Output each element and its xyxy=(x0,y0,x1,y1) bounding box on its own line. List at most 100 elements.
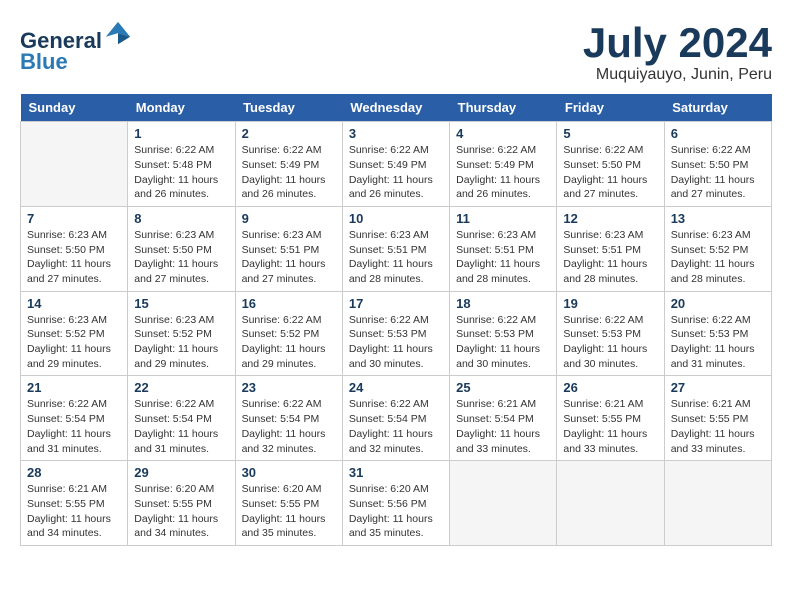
calendar-body: 1Sunrise: 6:22 AM Sunset: 5:48 PM Daylig… xyxy=(21,122,772,546)
day-detail: Sunrise: 6:22 AM Sunset: 5:53 PM Dayligh… xyxy=(456,313,550,372)
day-number: 28 xyxy=(27,465,121,480)
day-number: 20 xyxy=(671,296,765,311)
calendar-cell: 22 Sunrise: 6:22 AM Sunset: 5:54 PM Dayli… xyxy=(128,376,235,461)
calendar-cell: 18 Sunrise: 6:22 AM Sunset: 5:53 PM Dayli… xyxy=(450,291,557,376)
calendar-cell: 16 Sunrise: 6:22 AM Sunset: 5:52 PM Dayli… xyxy=(235,291,342,376)
day-detail: Sunrise: 6:21 AM Sunset: 5:55 PM Dayligh… xyxy=(27,482,121,541)
day-detail: Sunrise: 6:22 AM Sunset: 5:54 PM Dayligh… xyxy=(349,397,443,456)
day-detail: Sunrise: 6:23 AM Sunset: 5:51 PM Dayligh… xyxy=(349,228,443,287)
day-detail: Sunrise: 6:22 AM Sunset: 5:49 PM Dayligh… xyxy=(242,143,336,202)
calendar-cell: 31Sunrise: 6:20 AM Sunset: 5:56 PM Dayli… xyxy=(342,461,449,546)
day-detail: Sunrise: 6:22 AM Sunset: 5:53 PM Dayligh… xyxy=(349,313,443,372)
calendar-cell: 14 Sunrise: 6:23 AM Sunset: 5:52 PM Dayli… xyxy=(21,291,128,376)
day-number: 4 xyxy=(456,126,550,141)
header-row: SundayMondayTuesdayWednesdayThursdayFrid… xyxy=(21,94,772,122)
day-number: 16 xyxy=(242,296,336,311)
week-row-3: 21 Sunrise: 6:22 AM Sunset: 5:54 PM Dayli… xyxy=(21,376,772,461)
day-detail: Sunrise: 6:21 AM Sunset: 5:54 PM Dayligh… xyxy=(456,397,550,456)
day-detail: Sunrise: 6:22 AM Sunset: 5:53 PM Dayligh… xyxy=(563,313,657,372)
header-tuesday: Tuesday xyxy=(235,94,342,122)
header-friday: Friday xyxy=(557,94,664,122)
logo: General Blue xyxy=(20,20,132,75)
day-number: 17 xyxy=(349,296,443,311)
day-number: 2 xyxy=(242,126,336,141)
header-thursday: Thursday xyxy=(450,94,557,122)
day-number: 25 xyxy=(456,380,550,395)
calendar-cell: 3 Sunrise: 6:22 AM Sunset: 5:49 PM Daylig… xyxy=(342,122,449,207)
day-number: 11 xyxy=(456,211,550,226)
calendar-cell: 11 Sunrise: 6:23 AM Sunset: 5:51 PM Dayli… xyxy=(450,206,557,291)
calendar-cell: 10 Sunrise: 6:23 AM Sunset: 5:51 PM Dayli… xyxy=(342,206,449,291)
day-detail: Sunrise: 6:22 AM Sunset: 5:52 PM Dayligh… xyxy=(242,313,336,372)
calendar-cell: 29Sunrise: 6:20 AM Sunset: 5:55 PM Dayli… xyxy=(128,461,235,546)
day-detail: Sunrise: 6:23 AM Sunset: 5:52 PM Dayligh… xyxy=(134,313,228,372)
day-detail: Sunrise: 6:22 AM Sunset: 5:49 PM Dayligh… xyxy=(349,143,443,202)
calendar-cell: 25 Sunrise: 6:21 AM Sunset: 5:54 PM Dayli… xyxy=(450,376,557,461)
day-detail: Sunrise: 6:20 AM Sunset: 5:56 PM Dayligh… xyxy=(349,482,443,541)
calendar-cell: 2 Sunrise: 6:22 AM Sunset: 5:49 PM Daylig… xyxy=(235,122,342,207)
day-number: 30 xyxy=(242,465,336,480)
day-number: 15 xyxy=(134,296,228,311)
calendar-cell: 9Sunrise: 6:23 AM Sunset: 5:51 PM Daylig… xyxy=(235,206,342,291)
calendar-cell: 15 Sunrise: 6:23 AM Sunset: 5:52 PM Dayli… xyxy=(128,291,235,376)
calendar-cell xyxy=(21,122,128,207)
day-number: 14 xyxy=(27,296,121,311)
calendar-cell: 24 Sunrise: 6:22 AM Sunset: 5:54 PM Dayli… xyxy=(342,376,449,461)
day-number: 5 xyxy=(563,126,657,141)
day-number: 9 xyxy=(242,211,336,226)
day-number: 7 xyxy=(27,211,121,226)
day-number: 18 xyxy=(456,296,550,311)
calendar-cell xyxy=(664,461,771,546)
day-detail: Sunrise: 6:23 AM Sunset: 5:51 PM Dayligh… xyxy=(563,228,657,287)
day-detail: Sunrise: 6:22 AM Sunset: 5:49 PM Dayligh… xyxy=(456,143,550,202)
day-number: 1 xyxy=(134,126,228,141)
day-number: 24 xyxy=(349,380,443,395)
week-row-1: 7 Sunrise: 6:23 AM Sunset: 5:50 PM Daylig… xyxy=(21,206,772,291)
day-detail: Sunrise: 6:22 AM Sunset: 5:50 PM Dayligh… xyxy=(563,143,657,202)
calendar-cell: 30Sunrise: 6:20 AM Sunset: 5:55 PM Dayli… xyxy=(235,461,342,546)
calendar-cell: 17 Sunrise: 6:22 AM Sunset: 5:53 PM Dayli… xyxy=(342,291,449,376)
day-number: 27 xyxy=(671,380,765,395)
calendar-cell xyxy=(557,461,664,546)
day-number: 22 xyxy=(134,380,228,395)
day-detail: Sunrise: 6:23 AM Sunset: 5:52 PM Dayligh… xyxy=(27,313,121,372)
day-number: 13 xyxy=(671,211,765,226)
day-detail: Sunrise: 6:22 AM Sunset: 5:54 PM Dayligh… xyxy=(242,397,336,456)
location: Muquiyauyo, Junin, Peru xyxy=(583,66,772,84)
day-detail: Sunrise: 6:23 AM Sunset: 5:51 PM Dayligh… xyxy=(456,228,550,287)
calendar-cell: 4 Sunrise: 6:22 AM Sunset: 5:49 PM Daylig… xyxy=(450,122,557,207)
day-number: 3 xyxy=(349,126,443,141)
day-number: 12 xyxy=(563,211,657,226)
logo-icon xyxy=(104,20,132,48)
calendar-cell: 27 Sunrise: 6:21 AM Sunset: 5:55 PM Dayli… xyxy=(664,376,771,461)
calendar-cell: 1Sunrise: 6:22 AM Sunset: 5:48 PM Daylig… xyxy=(128,122,235,207)
month-title: July 2024 xyxy=(583,20,772,66)
calendar-cell: 19Sunrise: 6:22 AM Sunset: 5:53 PM Dayli… xyxy=(557,291,664,376)
day-detail: Sunrise: 6:21 AM Sunset: 5:55 PM Dayligh… xyxy=(671,397,765,456)
day-number: 21 xyxy=(27,380,121,395)
day-detail: Sunrise: 6:21 AM Sunset: 5:55 PM Dayligh… xyxy=(563,397,657,456)
calendar-cell: 26 Sunrise: 6:21 AM Sunset: 5:55 PM Dayli… xyxy=(557,376,664,461)
day-detail: Sunrise: 6:23 AM Sunset: 5:52 PM Dayligh… xyxy=(671,228,765,287)
calendar-cell: 13 Sunrise: 6:23 AM Sunset: 5:52 PM Dayli… xyxy=(664,206,771,291)
header-monday: Monday xyxy=(128,94,235,122)
calendar-cell: 28 Sunrise: 6:21 AM Sunset: 5:55 PM Dayli… xyxy=(21,461,128,546)
day-detail: Sunrise: 6:20 AM Sunset: 5:55 PM Dayligh… xyxy=(134,482,228,541)
week-row-4: 28 Sunrise: 6:21 AM Sunset: 5:55 PM Dayli… xyxy=(21,461,772,546)
calendar-header: SundayMondayTuesdayWednesdayThursdayFrid… xyxy=(21,94,772,122)
day-number: 23 xyxy=(242,380,336,395)
week-row-0: 1Sunrise: 6:22 AM Sunset: 5:48 PM Daylig… xyxy=(21,122,772,207)
header-sunday: Sunday xyxy=(21,94,128,122)
day-detail: Sunrise: 6:23 AM Sunset: 5:50 PM Dayligh… xyxy=(27,228,121,287)
calendar-cell: 7 Sunrise: 6:23 AM Sunset: 5:50 PM Daylig… xyxy=(21,206,128,291)
day-detail: Sunrise: 6:22 AM Sunset: 5:54 PM Dayligh… xyxy=(134,397,228,456)
calendar-cell: 21Sunrise: 6:22 AM Sunset: 5:54 PM Dayli… xyxy=(21,376,128,461)
week-row-2: 14 Sunrise: 6:23 AM Sunset: 5:52 PM Dayli… xyxy=(21,291,772,376)
day-number: 10 xyxy=(349,211,443,226)
day-detail: Sunrise: 6:22 AM Sunset: 5:53 PM Dayligh… xyxy=(671,313,765,372)
calendar-cell: 6Sunrise: 6:22 AM Sunset: 5:50 PM Daylig… xyxy=(664,122,771,207)
calendar-table: SundayMondayTuesdayWednesdayThursdayFrid… xyxy=(20,94,772,546)
day-number: 26 xyxy=(563,380,657,395)
calendar-cell: 5 Sunrise: 6:22 AM Sunset: 5:50 PM Daylig… xyxy=(557,122,664,207)
calendar-cell: 12 Sunrise: 6:23 AM Sunset: 5:51 PM Dayli… xyxy=(557,206,664,291)
